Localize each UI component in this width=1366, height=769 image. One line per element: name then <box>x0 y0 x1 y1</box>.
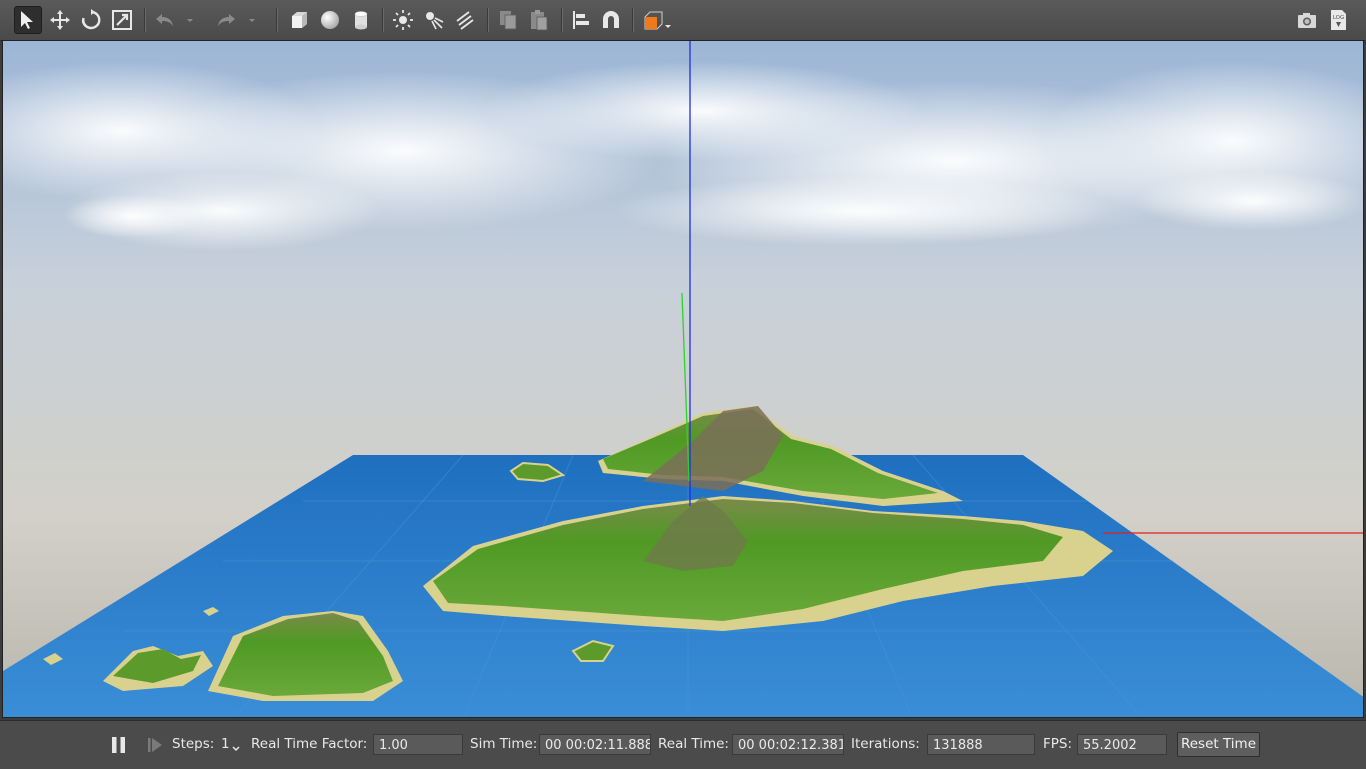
log-button[interactable]: LOG <box>1324 6 1352 34</box>
step-button[interactable] <box>146 734 164 756</box>
toolbar-separator <box>632 8 634 32</box>
sim-time-label: Sim Time: <box>470 736 538 752</box>
simulation-control-bar: Steps: 1 Real Time Factor: 1.00 Sim Time… <box>0 720 1366 769</box>
arrow-pointer-icon <box>21 11 33 29</box>
translate-mode-button[interactable] <box>46 6 74 34</box>
real-time-field: 00 00:02:12.381 <box>732 734 844 755</box>
toolbar-separator <box>144 8 146 32</box>
redo-history-dropdown[interactable] <box>245 6 259 34</box>
log-icon: LOG <box>1331 10 1346 30</box>
sphere-shape-button[interactable] <box>316 6 344 34</box>
scene-render <box>3 41 1363 717</box>
box-icon <box>292 12 307 28</box>
pause-button[interactable] <box>108 734 130 756</box>
point-light-button[interactable] <box>389 6 417 34</box>
fps-label: FPS: <box>1043 736 1073 752</box>
chevron-down-icon <box>187 19 193 22</box>
spot-light-icon <box>426 12 444 30</box>
copy-button[interactable] <box>494 6 522 34</box>
iterations-field: 131888 <box>927 734 1035 755</box>
paste-button[interactable] <box>525 6 553 34</box>
redo-icon <box>218 14 235 26</box>
toolbar: LOG <box>0 0 1366 41</box>
camera-icon <box>1298 13 1316 28</box>
real-time-label: Real Time: <box>658 736 729 752</box>
rtf-label: Real Time Factor: <box>251 736 368 752</box>
undo-button[interactable] <box>151 6 179 34</box>
toolbar-separator <box>276 8 278 32</box>
sun-icon <box>393 10 413 30</box>
rtf-field: 1.00 <box>373 734 463 755</box>
align-icon <box>573 11 589 29</box>
copy-icon <box>500 11 517 30</box>
fps-field: 55.2002 <box>1077 734 1167 755</box>
chevron-down-icon <box>232 746 240 752</box>
directional-light-button[interactable] <box>451 6 479 34</box>
align-button[interactable] <box>567 6 595 34</box>
cylinder-icon <box>354 11 368 30</box>
iterations-label: Iterations: <box>851 736 920 752</box>
cylinder-shape-button[interactable] <box>347 6 375 34</box>
box-shape-button[interactable] <box>285 6 313 34</box>
cube-view-icon <box>644 11 671 30</box>
log-label: LOG <box>1333 15 1344 21</box>
rotate-mode-button[interactable] <box>77 6 105 34</box>
select-mode-button[interactable] <box>14 6 42 34</box>
step-forward-icon <box>148 738 162 752</box>
magnet-icon <box>603 11 619 28</box>
sim-time-field: 00 00:02:11.888 <box>539 734 651 755</box>
reset-time-button[interactable]: Reset Time <box>1177 732 1260 757</box>
scale-mode-button[interactable] <box>108 6 136 34</box>
scale-icon <box>112 10 132 30</box>
redo-button[interactable] <box>212 6 240 34</box>
3d-viewport[interactable] <box>2 40 1364 718</box>
paste-icon <box>531 10 548 31</box>
spot-light-button[interactable] <box>420 6 448 34</box>
snap-button[interactable] <box>597 6 625 34</box>
steps-dropdown[interactable] <box>231 742 241 752</box>
undo-icon <box>156 14 173 26</box>
move-arrows-icon <box>50 10 70 30</box>
pause-icon <box>112 737 125 753</box>
toolbar-separator <box>382 8 384 32</box>
sphere-icon <box>321 11 339 29</box>
toolbar-separator <box>487 8 489 32</box>
view-angle-button[interactable] <box>640 6 674 34</box>
undo-history-dropdown[interactable] <box>183 6 197 34</box>
steps-label: Steps: <box>172 736 215 752</box>
directional-light-icon <box>456 11 474 30</box>
steps-value[interactable]: 1 <box>221 736 230 752</box>
rotate-icon <box>81 9 101 30</box>
screenshot-button[interactable] <box>1293 6 1321 34</box>
toolbar-separator <box>561 8 563 32</box>
chevron-down-icon <box>249 19 255 22</box>
